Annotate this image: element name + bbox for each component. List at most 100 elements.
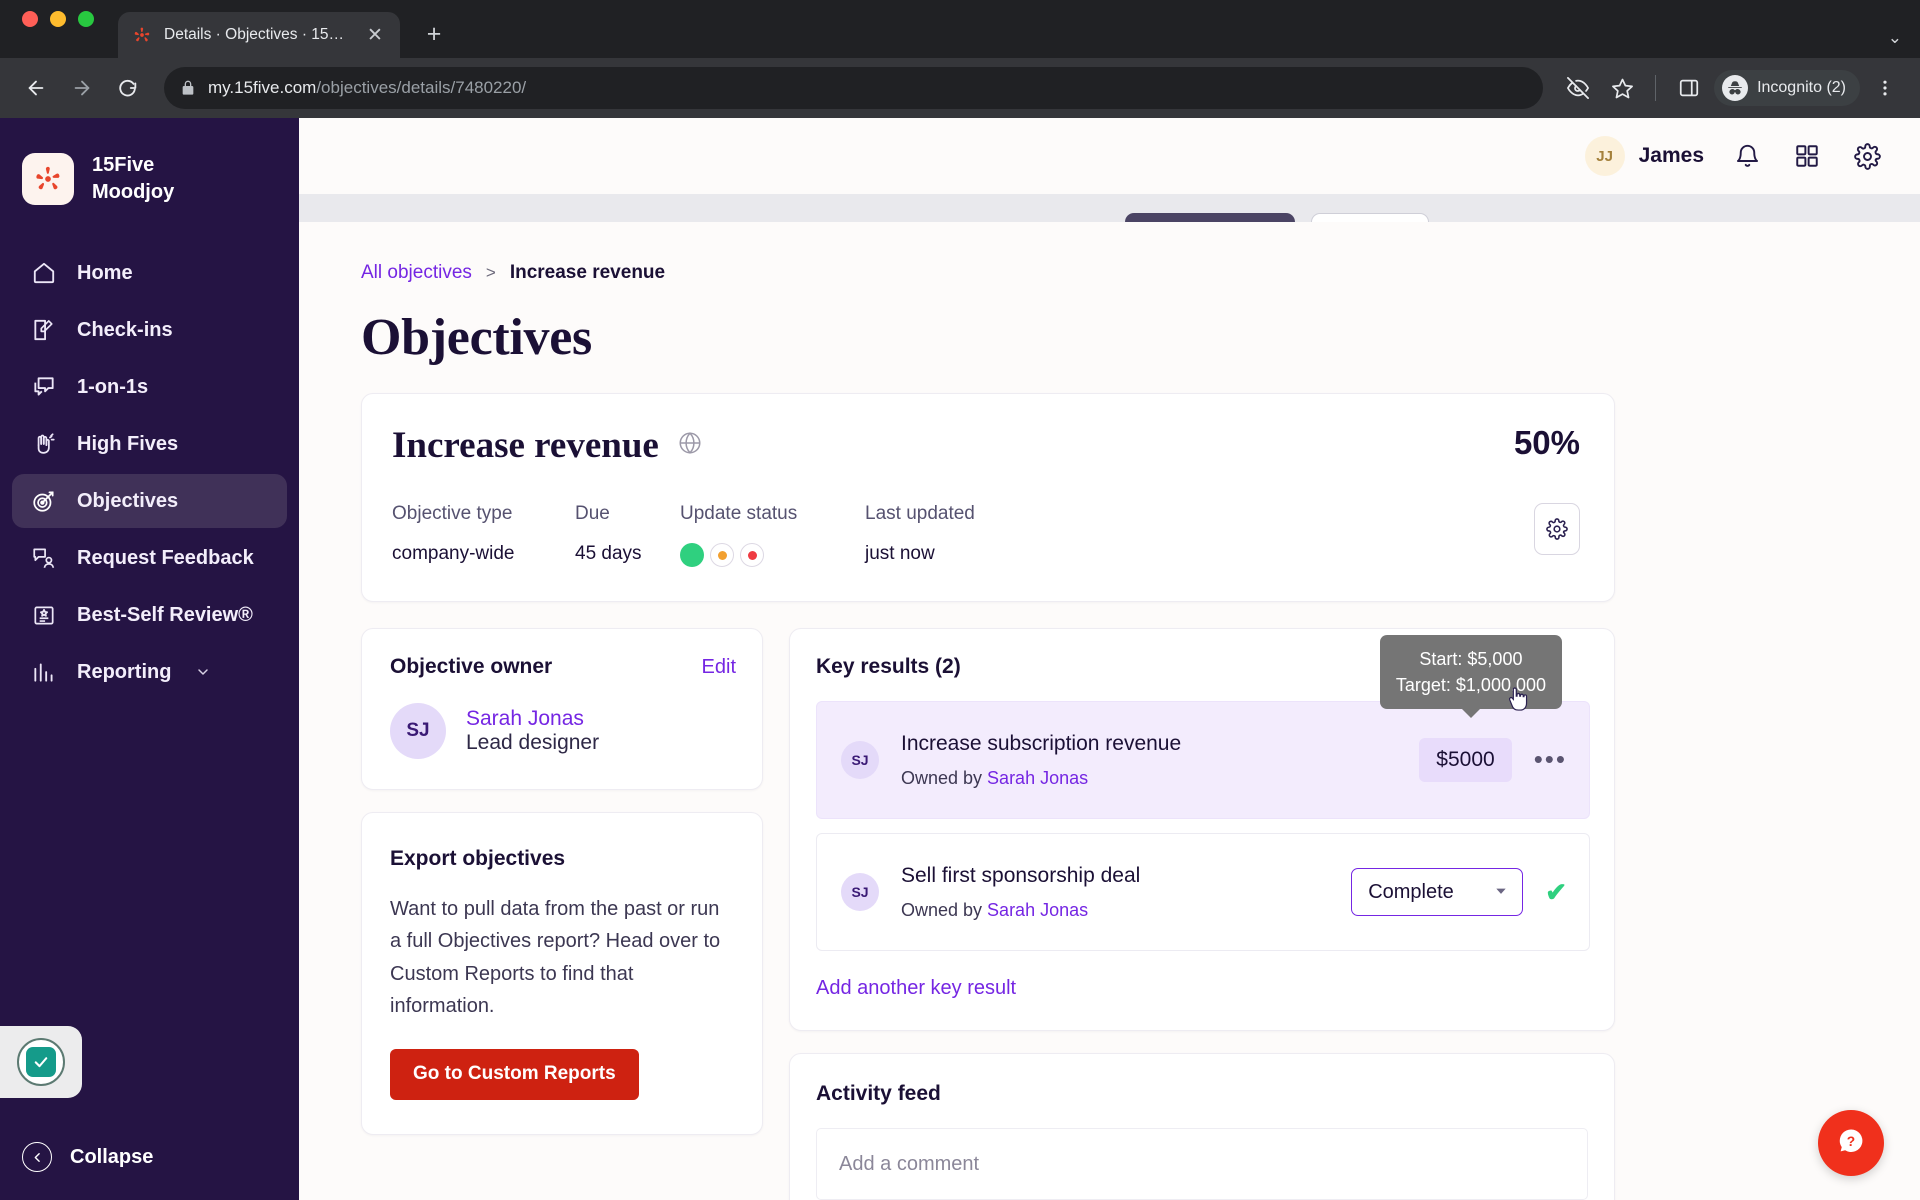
collapse-label: Collapse [70,1145,154,1168]
key-result-menu-icon[interactable]: ••• [1534,747,1567,772]
sidebar-nav: Home Check-ins 1-on-1s High Fives Object… [0,246,299,699]
export-objectives-card: Export objectives Want to pull data from… [361,812,763,1135]
address-bar[interactable]: my.15five.com/objectives/details/7480220… [164,67,1544,109]
bookmark-star-icon[interactable] [1603,69,1641,107]
sidebar-item-high-fives[interactable]: High Fives [12,417,287,471]
key-result-complete-check-icon: ✔ [1545,876,1567,907]
key-result-owner: Owned by Sarah Jonas [901,768,1419,789]
content-columns: Objective owner Edit SJ Sarah Jonas Lead… [361,628,1920,1200]
objective-meta: Objective type company-wide Due 45 days … [392,503,1580,567]
sidebar-item-check-ins[interactable]: Check-ins [12,303,287,357]
sidebar-item-label: High Fives [77,432,179,455]
breadcrumb-separator-icon: > [485,263,496,282]
profile-label: Incognito (2) [1757,79,1846,96]
key-result-value-button[interactable]: $5000 [1419,738,1512,782]
15five-logo-icon [22,153,74,205]
sidebar-item-objectives[interactable]: Objectives [12,474,287,528]
collapse-sidebar-button[interactable]: Collapse [22,1142,153,1172]
15five-favicon-icon [132,25,152,45]
back-button[interactable] [16,68,56,108]
status-dot-green[interactable] [680,543,704,567]
owner-card-title: Objective owner [390,655,553,678]
sidebar-item-home[interactable]: Home [12,246,287,300]
question-chat-icon: ? [1836,1126,1866,1161]
add-comment-input[interactable]: Add a comment [816,1128,1588,1200]
breadcrumb-all-objectives-link[interactable]: All objectives [361,262,472,284]
activity-feed-title: Activity feed [816,1082,941,1105]
sidebar-item-label: Request Feedback [77,546,254,569]
key-result-texts: Increase subscription revenue Owned by S… [901,732,1419,789]
close-tab-button[interactable]: ✕ [364,24,386,46]
objective-title: Increase revenue [392,425,659,466]
new-tab-button[interactable]: + [420,20,448,48]
status-dot-red[interactable] [740,543,764,567]
chrome-menu-icon[interactable] [1866,69,1904,107]
user-menu[interactable]: JJ James [1584,136,1704,176]
sidebar-item-label: Reporting [77,660,172,683]
key-result-row[interactable]: SJ Sell first sponsorship deal Owned by … [816,833,1590,951]
lock-icon [180,80,196,96]
owned-by-prefix: Owned by [901,767,988,788]
sidebar-item-request-feedback[interactable]: Request Feedback [12,531,287,585]
key-result-row[interactable]: SJ Increase subscription revenue Owned b… [816,701,1590,819]
hide-tracking-icon[interactable] [1559,69,1597,107]
sidebar-item-reporting[interactable]: Reporting [12,645,287,699]
sidebar-item-best-self-review[interactable]: Best-Self Review® [12,588,287,642]
activity-feed-card: Activity feed Add a comment [789,1053,1615,1200]
accessibility-widget-button[interactable] [0,1026,82,1098]
maximize-window-button[interactable] [78,11,94,27]
application-root: 15Five Moodjoy Home Check-ins 1-on-1s Hi… [0,118,1920,1200]
window-controls [22,0,94,58]
key-result-owner-link[interactable]: Sarah Jonas [987,768,1088,788]
owner-row: SJ Sarah Jonas Lead designer [390,703,736,759]
go-to-custom-reports-button[interactable]: Go to Custom Reports [390,1048,639,1100]
checkin-icon [29,315,59,345]
profile-incognito-button[interactable]: Incognito (2) [1714,70,1860,106]
sidebar-item-1-on-1s[interactable]: 1-on-1s [12,360,287,414]
objective-header: Increase revenue 50% [392,424,1580,467]
side-panel-icon[interactable] [1670,69,1708,107]
primary-action-button-partial[interactable] [1125,213,1295,222]
edit-owner-link[interactable]: Edit [702,656,736,679]
meta-label: Update status [680,503,798,524]
browser-tab[interactable]: Details · Objectives · 15Five ✕ [118,12,400,58]
tabstrip-menu-icon[interactable]: ⌄ [1888,29,1902,46]
svg-text:?: ? [1847,1134,1855,1149]
objective-summary-card: Increase revenue 50% Objective type comp… [361,393,1615,602]
sidebar-item-label: Best-Self Review® [77,603,253,626]
chevron-down-icon [195,664,211,680]
sidebar-item-label: Home [77,261,133,284]
status-dot-amber[interactable] [710,543,734,567]
sidebar: 15Five Moodjoy Home Check-ins 1-on-1s Hi… [0,118,299,1200]
incognito-icon [1722,75,1749,101]
minimize-window-button[interactable] [50,11,66,27]
globe-icon [677,430,703,461]
select-value: Complete [1368,880,1454,903]
url-text: my.15five.com/objectives/details/7480220… [208,78,526,98]
bell-icon[interactable] [1730,139,1764,173]
avatar: SJ [390,703,446,759]
objective-settings-button[interactable] [1534,503,1580,555]
forward-button[interactable] [62,68,102,108]
objective-title-group: Increase revenue [392,424,703,467]
grid-icon[interactable] [1790,139,1824,173]
brand-block[interactable]: 15Five Moodjoy [0,140,299,218]
help-button[interactable]: ? [1818,1110,1884,1176]
reload-button[interactable] [108,68,148,108]
url-domain: my.15five.com [208,78,317,97]
close-window-button[interactable] [22,11,38,27]
key-result-status-select[interactable]: Complete [1351,868,1524,916]
avatar: SJ [841,873,879,911]
gear-icon[interactable] [1850,139,1884,173]
target-icon [29,486,59,516]
owner-name-link[interactable]: Sarah Jonas [466,707,584,730]
key-results-list: SJ Increase subscription revenue Owned b… [816,701,1590,951]
secondary-action-button-partial[interactable] [1311,213,1429,222]
owner-role: Lead designer [466,731,600,754]
meta-value: just now [865,543,935,564]
key-result-title: Sell first sponsorship deal [901,863,1141,887]
mouse-cursor-icon [1506,687,1528,713]
key-result-owner-link[interactable]: Sarah Jonas [987,900,1088,920]
add-another-key-result-link[interactable]: Add another key result [816,977,1590,1000]
chevron-down-icon [1494,881,1508,904]
